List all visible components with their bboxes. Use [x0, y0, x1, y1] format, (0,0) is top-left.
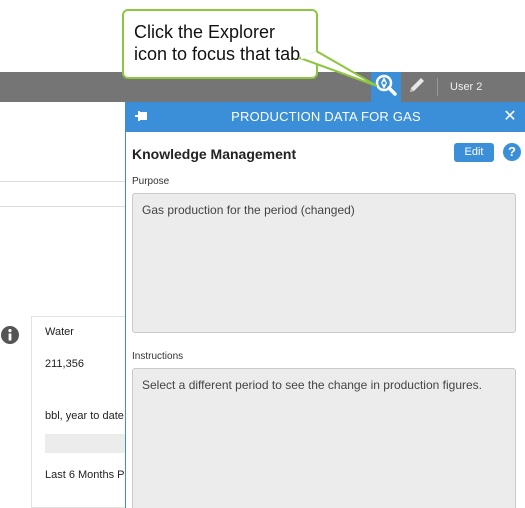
purpose-label: Purpose [132, 176, 170, 187]
card-footer: Last 6 Months Pr [45, 469, 129, 481]
knowledge-panel: PRODUCTION DATA FOR GAS ✕ Knowledge Mana… [125, 102, 525, 508]
explorer-button[interactable] [371, 72, 401, 102]
edit-mode-button[interactable] [404, 72, 430, 102]
close-icon[interactable]: ✕ [502, 108, 518, 126]
background-divider [0, 181, 126, 182]
card-unit: bbl, year to date [45, 410, 124, 422]
screen: User 2 Click the Explorer icon to focus … [0, 0, 525, 508]
panel-header: PRODUCTION DATA FOR GAS ✕ [126, 102, 525, 132]
card-bar [45, 434, 131, 453]
background-divider [0, 206, 126, 207]
explorer-search-icon [374, 73, 398, 102]
info-icon[interactable] [0, 325, 20, 345]
toolbar-divider [437, 78, 438, 96]
purpose-text: Gas production for the period (changed) [132, 193, 516, 333]
user-name[interactable]: User 2 [450, 72, 482, 102]
card-title: Water [45, 326, 74, 338]
instructions-text: Select a different period to see the cha… [132, 368, 516, 508]
help-icon[interactable]: ? [503, 143, 521, 161]
pencil-icon [407, 75, 427, 100]
tutorial-callout: Click the Explorer icon to focus that ta… [122, 9, 318, 79]
section-heading: Knowledge Management [132, 146, 297, 162]
instructions-label: Instructions [132, 351, 184, 362]
card-value: 211,356 [45, 358, 84, 370]
water-kpi-card: Water 211,356 bbl, year to date Last 6 M… [31, 316, 131, 508]
panel-title: PRODUCTION DATA FOR GAS [231, 109, 421, 124]
edit-button[interactable]: Edit [454, 143, 494, 162]
